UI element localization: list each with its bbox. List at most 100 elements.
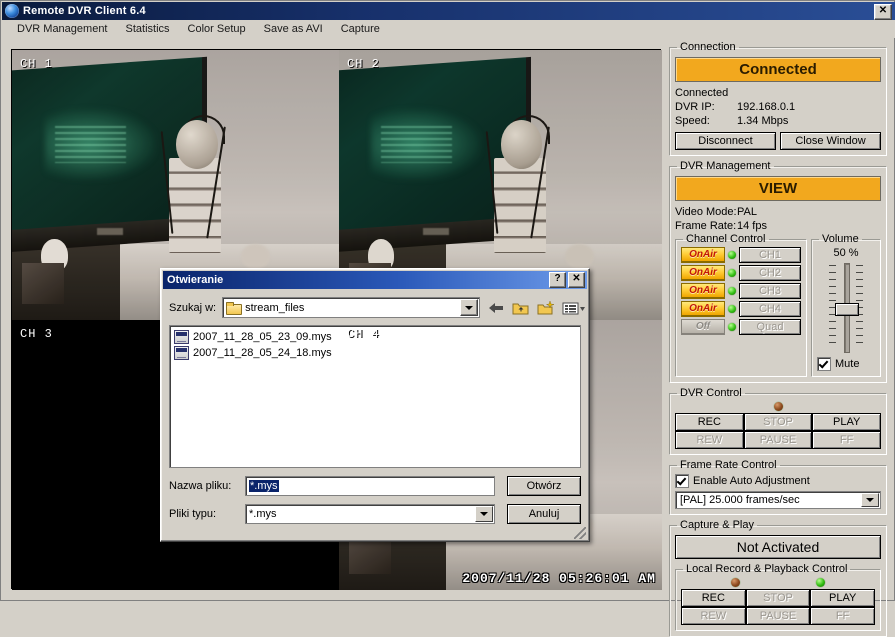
video-label-ch1: CH 1: [20, 57, 53, 71]
channel-button-ch2[interactable]: CH2: [739, 265, 801, 281]
connection-legend: Connection: [680, 41, 736, 53]
mute-checkbox-row[interactable]: Mute: [817, 357, 875, 371]
file-name: 2007_11_28_05_23_09.mys: [193, 331, 332, 343]
onair-badge-ch2: OnAir: [681, 265, 725, 281]
view-menu-icon[interactable]: [561, 299, 585, 317]
onair-badge-ch3: OnAir: [681, 283, 725, 299]
dvr-ip-value: 192.168.0.1: [737, 101, 796, 113]
list-item[interactable]: 2007_11_28_05_24_18.mys: [174, 345, 576, 361]
status-led-ch2: [728, 269, 736, 277]
disconnect-button[interactable]: Disconnect: [675, 132, 776, 150]
local-play-button[interactable]: PLAY: [810, 589, 875, 607]
dvr-control-leds: [675, 401, 881, 413]
chevron-down-icon[interactable]: [460, 299, 478, 316]
channel-row-1: OnAir CH1: [681, 247, 801, 263]
auto-adjustment-row[interactable]: Enable Auto Adjustment: [675, 474, 881, 488]
dvr-stop-button[interactable]: STOP: [743, 413, 813, 431]
dvr-control-buttons: REC STOP PLAY REW PAUSE FF: [675, 413, 881, 449]
local-record-led: [731, 578, 740, 587]
dialog-help-button[interactable]: ?: [549, 272, 566, 288]
local-control-buttons: REC STOP PLAY REW PAUSE FF: [681, 589, 875, 625]
volume-thumb[interactable]: [835, 303, 859, 316]
dvr-control-group: DVR Control REC STOP PLAY REW PAUSE FF: [669, 387, 887, 455]
back-arrow-icon[interactable]: [486, 299, 506, 317]
up-folder-icon[interactable]: [511, 299, 531, 317]
onair-badge-ch4: OnAir: [681, 301, 725, 317]
status-led-quad: [728, 323, 736, 331]
local-stop-button[interactable]: STOP: [745, 589, 811, 607]
frame-rate-select[interactable]: [PAL] 25.000 frames/sec: [675, 491, 881, 509]
channel-row-3: OnAir CH3: [681, 283, 801, 299]
view-mode-badge: VIEW: [675, 176, 881, 201]
dvr-rec-button[interactable]: REC: [675, 413, 744, 431]
dvr-rew-button[interactable]: REW: [675, 431, 744, 449]
status-led-ch4: [728, 305, 736, 313]
dialog-close-button[interactable]: ✕: [568, 272, 585, 288]
window-title-bar: Remote DVR Client 6.4 ✕: [2, 2, 895, 20]
channel-button-quad[interactable]: Quad: [739, 319, 801, 335]
dvr-ip-label: DVR IP:: [675, 101, 715, 113]
file-name: 2007_11_28_05_24_18.mys: [193, 347, 332, 359]
file-name-input-value: *.mys: [249, 480, 279, 492]
chevron-down-icon[interactable]: [475, 506, 493, 522]
mute-checkbox[interactable]: [817, 357, 831, 371]
local-rec-button[interactable]: REC: [681, 589, 746, 607]
open-button[interactable]: Otwórz: [507, 476, 581, 496]
local-control-legend: Local Record & Playback Control: [686, 563, 848, 575]
file-type-row: Pliki typu: *.mys Anuluj: [161, 496, 589, 524]
dvr-ff-button[interactable]: FF: [812, 431, 881, 449]
file-icon: [174, 346, 189, 360]
video-mode-row: Video Mode: PAL: [675, 205, 881, 219]
local-control-leds: [681, 577, 875, 589]
chevron-down-icon[interactable]: [861, 493, 879, 507]
frame-rate-label: Frame Rate:: [675, 220, 737, 232]
mute-label: Mute: [835, 358, 860, 370]
channel-button-ch4[interactable]: CH4: [739, 301, 801, 317]
look-in-row: Szukaj w: stream_files: [161, 291, 589, 318]
resize-grip[interactable]: [574, 527, 586, 539]
dvr-play-button[interactable]: PLAY: [812, 413, 881, 431]
channel-button-ch3[interactable]: CH3: [739, 283, 801, 299]
menu-item-save-as-avi[interactable]: Save as AVI: [255, 21, 332, 37]
channel-control-group: Channel Control OnAir CH1 OnAir CH2 OnAi…: [675, 233, 807, 377]
speed-row: Speed: 1.34 Mbps: [675, 114, 881, 128]
close-window-button[interactable]: Close Window: [780, 132, 881, 150]
look-in-label: Szukaj w:: [169, 301, 217, 314]
onair-badge-ch1: OnAir: [681, 247, 725, 263]
menu-item-statistics[interactable]: Statistics: [117, 21, 179, 37]
local-ff-button[interactable]: FF: [810, 607, 875, 625]
look-in-combobox[interactable]: stream_files: [222, 297, 480, 318]
channel-volume-row: Channel Control OnAir CH1 OnAir CH2 OnAi…: [675, 233, 881, 377]
connection-group: Connection Connected Connected DVR IP: 1…: [669, 41, 887, 156]
look-in-value: stream_files: [245, 301, 305, 314]
record-led: [773, 402, 783, 411]
capture-play-legend: Capture & Play: [680, 519, 754, 531]
window-close-button[interactable]: ✕: [874, 4, 892, 20]
dvr-pause-button[interactable]: PAUSE: [743, 431, 813, 449]
volume-slider[interactable]: [821, 261, 871, 353]
auto-adjustment-checkbox[interactable]: [675, 474, 689, 488]
file-type-combobox[interactable]: *.mys: [245, 504, 495, 524]
application-window: Remote DVR Client 6.4 ✕ DVR Management S…: [0, 0, 895, 637]
speed-value: 1.34 Mbps: [737, 115, 789, 127]
video-label-ch2: CH 2: [347, 57, 380, 71]
new-folder-icon[interactable]: [536, 299, 556, 317]
file-name-row: Nazwa pliku: *.mys Otwórz: [161, 468, 589, 496]
volume-legend: Volume: [822, 233, 859, 245]
menu-item-color-setup[interactable]: Color Setup: [179, 21, 255, 37]
status-led-ch1: [728, 251, 736, 259]
file-name-input[interactable]: *.mys: [245, 476, 495, 496]
local-rew-button[interactable]: REW: [681, 607, 746, 625]
menu-bar: DVR Management Statistics Color Setup Sa…: [2, 20, 895, 38]
folder-icon: [226, 301, 243, 315]
file-list[interactable]: 2007_11_28_05_23_09.mys 2007_11_28_05_24…: [169, 325, 581, 468]
menu-item-capture[interactable]: Capture: [332, 21, 389, 37]
local-pause-button[interactable]: PAUSE: [745, 607, 811, 625]
frame-rate-select-value: [PAL] 25.000 frames/sec: [680, 494, 800, 506]
menu-item-dvr-management[interactable]: DVR Management: [8, 21, 117, 37]
channel-button-ch1[interactable]: CH1: [739, 247, 801, 263]
cancel-button[interactable]: Anuluj: [507, 504, 581, 524]
capture-play-group: Capture & Play Not Activated Local Recor…: [669, 519, 887, 637]
dvr-management-legend: DVR Management: [680, 160, 771, 172]
dialog-title-bar: Otwieranie ? ✕: [163, 271, 587, 289]
